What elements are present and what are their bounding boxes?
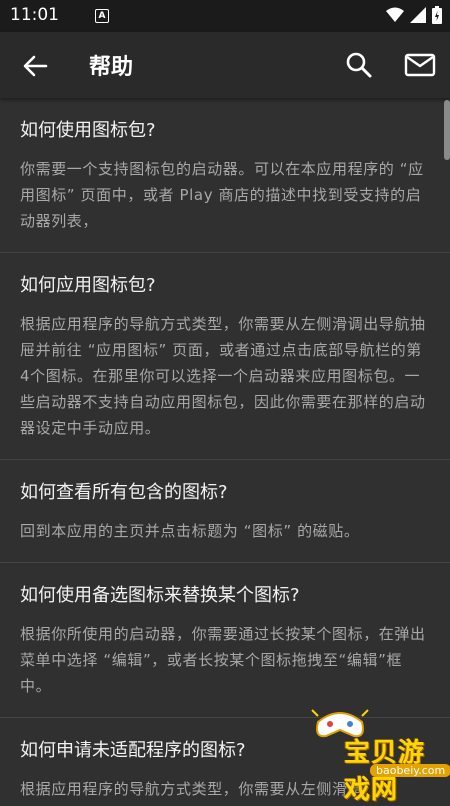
mail-icon[interactable] (402, 49, 438, 81)
status-time: 11:01 (10, 5, 59, 25)
wifi-icon (386, 7, 404, 22)
status-bar: 11:01 A (0, 0, 450, 32)
signal-icon (410, 7, 426, 23)
faq-item[interactable]: 如何使用备选图标来替换某个图标? 根据你所使用的启动器，你需要通过长按某个图标，… (0, 563, 450, 718)
status-icons (386, 6, 442, 24)
scrollbar[interactable] (444, 100, 450, 160)
faq-list[interactable]: 如何使用图标包? 你需要一个支持图标包的启动器。可以在本应用程序的 “应用图标”… (0, 98, 450, 800)
faq-question: 如何应用图标包? (20, 275, 156, 296)
faq-answer: 根据你所使用的启动器，你需要通过长按某个图标，在弹出菜单中选择 “编辑”，或者长… (20, 625, 426, 695)
battery-icon (432, 6, 442, 24)
faq-item[interactable]: 如何使用图标包? 你需要一个支持图标包的启动器。可以在本应用程序的 “应用图标”… (0, 98, 450, 253)
app-bar: 帮助 (0, 32, 450, 98)
faq-answer: 回到本应用的主页并点击标题为 “图标” 的磁贴。 (20, 522, 360, 540)
faq-item[interactable]: 如何应用图标包? 根据应用程序的导航方式类型，你需要从左侧滑调出导航抽屉并前往 … (0, 253, 450, 460)
search-icon[interactable] (343, 49, 375, 81)
faq-item[interactable]: 如何查看所有包含的图标? 回到本应用的主页并点击标题为 “图标” 的磁贴。 (0, 460, 450, 563)
faq-question: 如何使用图标包? (20, 120, 156, 141)
page-title: 帮助 (89, 55, 134, 80)
watermark-logo: 宝贝游戏网 baobeiy.com (300, 702, 450, 805)
faq-question: 如何查看所有包含的图标? (20, 482, 228, 503)
faq-question: 如何使用备选图标来替换某个图标? (20, 585, 300, 606)
watermark-url: baobeiy.com (370, 764, 450, 777)
back-arrow-icon[interactable] (18, 49, 52, 83)
notification-icon: A (95, 9, 109, 23)
faq-answer: 根据应用程序的导航方式类型，你需要从左侧滑调出导航抽屉并前往 “应用图标” 页面… (20, 315, 426, 437)
faq-answer: 你需要一个支持图标包的启动器。可以在本应用程序的 “应用图标” 页面中，或者 P… (20, 160, 424, 230)
